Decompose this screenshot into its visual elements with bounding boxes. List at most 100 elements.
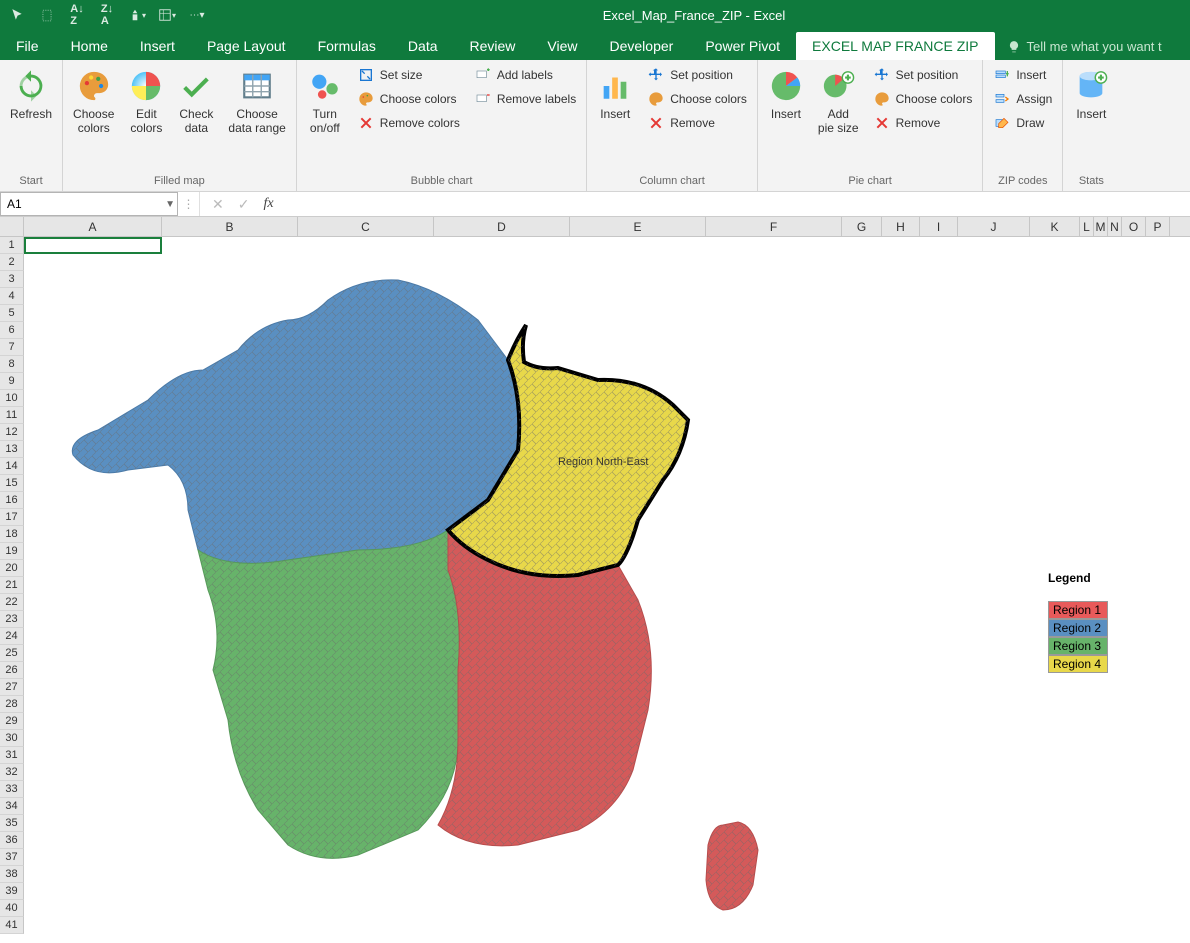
row-header-37[interactable]: 37 [0,849,24,866]
cursor-icon[interactable] [8,6,26,24]
col-header-P[interactable]: P [1146,217,1170,236]
col-header-K[interactable]: K [1030,217,1080,236]
row-header-30[interactable]: 30 [0,730,24,747]
tab-home[interactable]: Home [55,32,124,60]
row-header-5[interactable]: 5 [0,305,24,322]
row-header-28[interactable]: 28 [0,696,24,713]
bubble-choose-colors-button[interactable]: Choose colors [353,88,464,110]
col-header-G[interactable]: G [842,217,882,236]
column-choose-colors-button[interactable]: Choose colors [643,88,751,110]
france-map[interactable]: Region North-East [58,270,778,930]
row-header-11[interactable]: 11 [0,407,24,424]
row-header-10[interactable]: 10 [0,390,24,407]
col-header-B[interactable]: B [162,217,298,236]
row-header-21[interactable]: 21 [0,577,24,594]
tab-formulas[interactable]: Formulas [302,32,392,60]
tab-data[interactable]: Data [392,32,454,60]
row-header-32[interactable]: 32 [0,764,24,781]
paste-icon[interactable] [38,6,56,24]
column-insert-button[interactable]: Insert [593,64,637,126]
add-labels-button[interactable]: Add labels [470,64,580,86]
row-header-8[interactable]: 8 [0,356,24,373]
sort-desc-icon[interactable]: Z↓A [98,6,116,24]
zip-insert-button[interactable]: Insert [989,64,1056,86]
sort-asc-icon[interactable]: A↓Z [68,6,86,24]
row-header-25[interactable]: 25 [0,645,24,662]
select-all-triangle[interactable] [0,217,24,236]
col-header-F[interactable]: F [706,217,842,236]
shape-icon[interactable]: ▾ [128,6,146,24]
row-header-39[interactable]: 39 [0,883,24,900]
fx-icon[interactable]: fx [263,196,273,212]
row-header-1[interactable]: 1 [0,237,24,254]
row-header-26[interactable]: 26 [0,662,24,679]
turn-onoff-button[interactable]: Turn on/off [303,64,347,140]
row-header-36[interactable]: 36 [0,832,24,849]
row-header-33[interactable]: 33 [0,781,24,798]
check-data-button[interactable]: Check data [174,64,218,140]
choose-colors-button[interactable]: Choose colors [69,64,118,140]
tab-insert[interactable]: Insert [124,32,191,60]
tab-view[interactable]: View [531,32,593,60]
chevron-down-icon[interactable]: ▼ [165,199,175,210]
row-header-23[interactable]: 23 [0,611,24,628]
tab-page-layout[interactable]: Page Layout [191,32,302,60]
col-header-I[interactable]: I [920,217,958,236]
col-header-N[interactable]: N [1108,217,1122,236]
formula-input[interactable] [286,192,1190,216]
customize-qat-icon[interactable]: ⋯▾ [188,6,206,24]
col-header-E[interactable]: E [570,217,706,236]
row-header-4[interactable]: 4 [0,288,24,305]
row-header-9[interactable]: 9 [0,373,24,390]
col-header-A[interactable]: A [24,217,162,236]
zip-assign-button[interactable]: Assign [989,88,1056,110]
row-header-24[interactable]: 24 [0,628,24,645]
row-header-29[interactable]: 29 [0,713,24,730]
remove-labels-button[interactable]: Remove labels [470,88,580,110]
refresh-button[interactable]: Refresh [6,64,56,126]
pie-set-position-button[interactable]: Set position [869,64,977,86]
column-remove-button[interactable]: Remove [643,112,751,134]
col-header-L[interactable]: L [1080,217,1094,236]
row-header-22[interactable]: 22 [0,594,24,611]
col-header-O[interactable]: O [1122,217,1146,236]
zip-draw-button[interactable]: Draw [989,112,1056,134]
row-header-41[interactable]: 41 [0,917,24,934]
pivot-icon[interactable]: ▾ [158,6,176,24]
row-header-34[interactable]: 34 [0,798,24,815]
set-size-button[interactable]: Set size [353,64,464,86]
row-header-15[interactable]: 15 [0,475,24,492]
row-header-27[interactable]: 27 [0,679,24,696]
tell-me[interactable]: Tell me what you want t [1007,39,1162,60]
row-header-40[interactable]: 40 [0,900,24,917]
remove-colors-button[interactable]: Remove colors [353,112,464,134]
tab-developer[interactable]: Developer [594,32,690,60]
row-header-20[interactable]: 20 [0,560,24,577]
col-header-M[interactable]: M [1094,217,1108,236]
edit-colors-button[interactable]: Edit colors [124,64,168,140]
row-header-35[interactable]: 35 [0,815,24,832]
col-header-D[interactable]: D [434,217,570,236]
stats-insert-button[interactable]: Insert [1069,64,1113,126]
tab-excel-map-france-zip[interactable]: EXCEL MAP FRANCE ZIP [796,32,994,60]
row-header-18[interactable]: 18 [0,526,24,543]
tab-file[interactable]: File [0,32,55,60]
row-header-17[interactable]: 17 [0,509,24,526]
name-box[interactable]: A1▼ [0,192,178,216]
row-header-6[interactable]: 6 [0,322,24,339]
row-header-7[interactable]: 7 [0,339,24,356]
pie-remove-button[interactable]: Remove [869,112,977,134]
tab-power-pivot[interactable]: Power Pivot [689,32,796,60]
row-header-13[interactable]: 13 [0,441,24,458]
row-header-2[interactable]: 2 [0,254,24,271]
row-header-31[interactable]: 31 [0,747,24,764]
row-header-14[interactable]: 14 [0,458,24,475]
pie-choose-colors-button[interactable]: Choose colors [869,88,977,110]
row-header-16[interactable]: 16 [0,492,24,509]
col-header-J[interactable]: J [958,217,1030,236]
row-header-3[interactable]: 3 [0,271,24,288]
add-pie-size-button[interactable]: Add pie size [814,64,863,140]
choose-data-range-button[interactable]: Choose data range [224,64,289,140]
row-header-12[interactable]: 12 [0,424,24,441]
col-header-C[interactable]: C [298,217,434,236]
